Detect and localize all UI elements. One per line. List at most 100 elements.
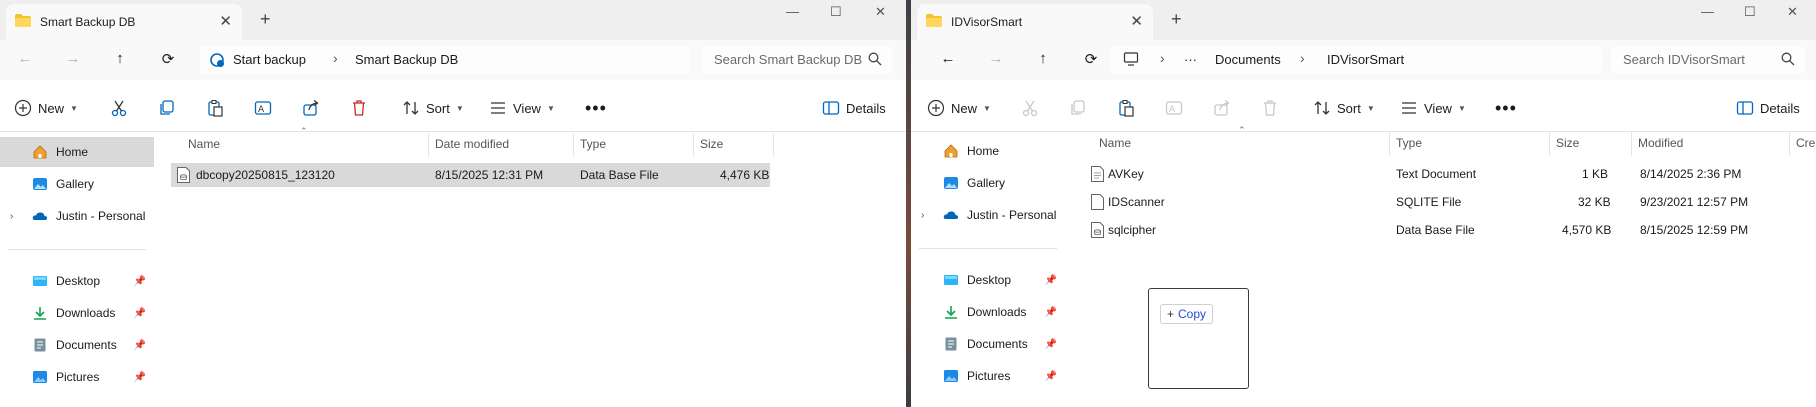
details-button[interactable]: Details (1736, 97, 1800, 119)
maximize-button[interactable]: ☐ (1744, 4, 1756, 20)
sidebar-item-gallery[interactable]: Gallery (911, 168, 1065, 198)
rename-button[interactable]: A (1165, 97, 1183, 119)
share-button[interactable] (1213, 97, 1231, 119)
details-button[interactable]: Details (822, 97, 886, 119)
sidebar-item-pictures[interactable]: Pictures 📌 (0, 362, 154, 392)
breadcrumb-idvisorsmart[interactable]: IDVisorSmart (1327, 52, 1404, 67)
pin-icon[interactable]: 📌 (1045, 339, 1057, 350)
search-icon[interactable] (868, 52, 882, 66)
maximize-button[interactable]: ☐ (830, 4, 842, 20)
new-button[interactable]: New ▼ (14, 97, 78, 119)
pin-icon[interactable]: 📌 (1045, 307, 1057, 318)
column-divider[interactable] (428, 133, 429, 157)
pin-icon[interactable]: 📌 (1045, 275, 1057, 286)
pin-icon[interactable]: 📌 (134, 372, 146, 383)
file-row[interactable]: IDScanner SQLITE File 32 KB 9/23/2021 12… (1088, 190, 1808, 214)
sidebar-item-home[interactable]: Home (911, 136, 1065, 166)
breadcrumb-documents[interactable]: Documents (1215, 52, 1281, 67)
column-header-name[interactable]: Name (188, 137, 220, 151)
column-header-size[interactable]: Size (700, 137, 723, 151)
up-arrow-icon[interactable]: ↑ (109, 50, 131, 70)
delete-button[interactable] (350, 97, 368, 119)
tab-idvisorsmart[interactable]: IDVisorSmart ✕ (917, 4, 1153, 40)
sort-button[interactable]: Sort ▼ (1313, 97, 1375, 119)
sidebar-item-desktop[interactable]: Desktop 📌 (0, 266, 154, 296)
file-row[interactable]: dbcopy20250815_123120 8/15/2025 12:31 PM… (171, 163, 770, 187)
search-box[interactable]: Search IDVisorSmart (1611, 46, 1805, 74)
sidebar-item-onedrive[interactable]: Justin - Personal (911, 200, 1065, 230)
column-header-type[interactable]: Type (1396, 136, 1422, 150)
up-arrow-icon[interactable]: ↑ (1032, 50, 1054, 70)
column-divider[interactable] (693, 133, 694, 157)
paste-button[interactable] (1117, 97, 1135, 119)
chevron-right-icon[interactable]: › (1300, 50, 1305, 66)
forward-arrow-icon[interactable]: → (985, 50, 1007, 70)
tab-smart-backup-db[interactable]: Smart Backup DB ✕ (6, 4, 242, 40)
column-divider[interactable] (1789, 132, 1790, 156)
back-arrow-icon[interactable]: ← (937, 50, 959, 70)
view-button[interactable]: View ▼ (489, 97, 555, 119)
more-options-icon[interactable]: ••• (585, 97, 607, 119)
back-arrow-icon[interactable]: ← (14, 50, 36, 70)
delete-button[interactable] (1261, 97, 1279, 119)
more-breadcrumbs-icon[interactable]: ··· (1184, 52, 1197, 67)
cut-button[interactable] (110, 97, 128, 119)
chevron-right-icon[interactable]: › (1160, 50, 1165, 66)
column-divider[interactable] (1631, 132, 1632, 156)
column-divider[interactable] (573, 133, 574, 157)
search-icon[interactable] (1781, 52, 1795, 66)
share-button[interactable] (302, 97, 320, 119)
sidebar-item-home[interactable]: Home (0, 137, 154, 167)
copy-button[interactable] (158, 97, 176, 119)
sidebar-item-downloads[interactable]: Downloads 📌 (911, 297, 1065, 327)
paste-button[interactable] (206, 97, 224, 119)
sidebar-item-downloads[interactable]: Downloads 📌 (0, 298, 154, 328)
minimize-button[interactable]: — (786, 4, 799, 19)
column-header-created[interactable]: Crea (1796, 136, 1816, 150)
new-tab-button[interactable]: + (260, 9, 271, 30)
new-tab-button[interactable]: + (1171, 9, 1182, 30)
sidebar-item-documents[interactable]: Documents 📌 (0, 330, 154, 360)
forward-arrow-icon[interactable]: → (62, 50, 84, 70)
refresh-icon[interactable]: ⟳ (1080, 50, 1102, 70)
column-header-type[interactable]: Type (580, 137, 606, 151)
column-divider[interactable] (1549, 132, 1550, 156)
column-header-date-modified[interactable]: Date modified (435, 137, 509, 151)
sidebar-item-desktop[interactable]: Desktop 📌 (911, 265, 1065, 295)
copy-button[interactable] (1069, 97, 1087, 119)
pin-icon[interactable]: 📌 (1045, 371, 1057, 382)
rename-button[interactable]: A (254, 97, 272, 119)
column-header-name[interactable]: Name (1099, 136, 1131, 150)
breadcrumb-smart-backup-db[interactable]: Smart Backup DB (355, 52, 458, 67)
svg-text:A: A (258, 105, 265, 115)
breadcrumb-start-backup[interactable]: Start backup (233, 52, 306, 67)
cut-button[interactable] (1021, 97, 1039, 119)
column-divider[interactable] (1389, 132, 1390, 156)
search-input[interactable]: Search IDVisorSmart (1623, 52, 1783, 67)
pin-icon[interactable]: 📌 (134, 308, 146, 319)
column-header-size[interactable]: Size (1556, 136, 1579, 150)
view-button[interactable]: View ▼ (1400, 97, 1466, 119)
sidebar-item-onedrive[interactable]: Justin - Personal (0, 201, 154, 231)
new-button[interactable]: New ▼ (927, 97, 991, 119)
minimize-button[interactable]: — (1701, 4, 1714, 19)
chevron-right-icon[interactable]: › (333, 50, 338, 66)
close-window-button[interactable]: ✕ (875, 4, 886, 20)
refresh-icon[interactable]: ⟳ (157, 50, 179, 70)
sidebar-item-pictures[interactable]: Pictures 📌 (911, 361, 1065, 391)
close-tab-icon[interactable]: ✕ (1130, 12, 1143, 30)
column-header-modified[interactable]: Modified (1638, 136, 1683, 150)
close-window-button[interactable]: ✕ (1787, 4, 1798, 20)
search-box[interactable]: Search Smart Backup DB (702, 46, 892, 74)
column-divider[interactable] (773, 133, 774, 157)
sidebar-item-gallery[interactable]: Gallery (0, 169, 154, 199)
search-input[interactable]: Search Smart Backup DB (714, 52, 864, 67)
pin-icon[interactable]: 📌 (134, 276, 146, 287)
file-row[interactable]: sqlcipher Data Base File 4,570 KB 8/15/2… (1088, 218, 1808, 242)
sort-button[interactable]: Sort ▼ (402, 97, 464, 119)
sidebar-item-documents[interactable]: Documents 📌 (911, 329, 1065, 359)
file-row[interactable]: AVKey Text Document 1 KB 8/14/2025 2:36 … (1088, 162, 1808, 186)
more-options-icon[interactable]: ••• (1495, 97, 1517, 119)
close-tab-icon[interactable]: ✕ (219, 12, 232, 30)
pin-icon[interactable]: 📌 (134, 340, 146, 351)
